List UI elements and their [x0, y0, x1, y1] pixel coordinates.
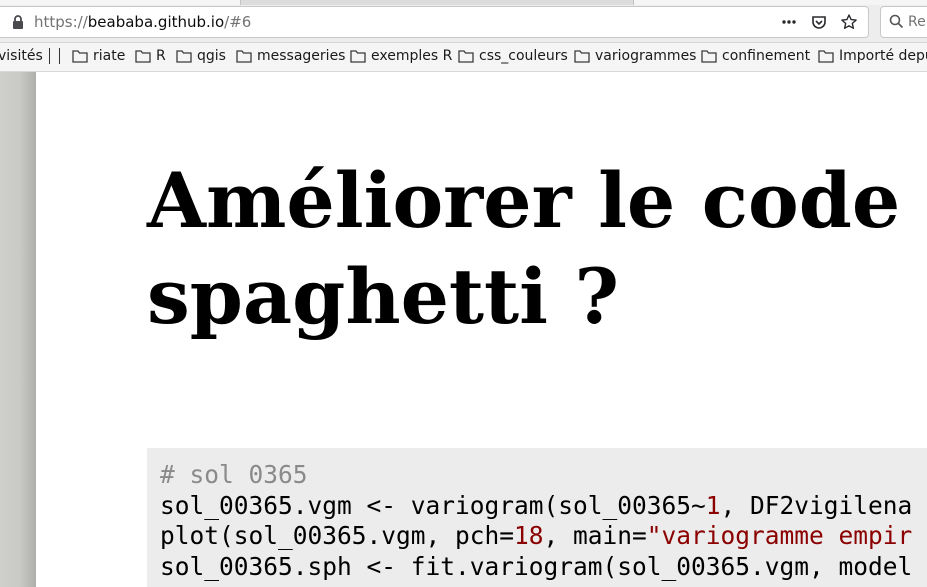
- code-token: plot(sol_00365.vgm, pch=: [160, 521, 515, 550]
- slide-title-line-1: Améliorer le code: [147, 156, 901, 245]
- code-token: , DF2vigilena: [720, 490, 913, 520]
- bookmark-folder-r[interactable]: R: [135, 48, 166, 64]
- folder-icon: [818, 50, 834, 63]
- bookmark-folder-imported[interactable]: Importé depuis: [818, 48, 927, 64]
- bookmark-label: visités: [0, 48, 43, 64]
- url-domain: beababa.github.io: [87, 13, 225, 31]
- bookmark-label: css_couleurs: [479, 48, 568, 64]
- tab-right[interactable]: [633, 0, 927, 5]
- bookmark-label: exemples R: [371, 48, 453, 64]
- slide: Améliorer le code spaghetti ? # sol 0365…: [36, 72, 927, 587]
- code-text: # sol 0365 sol_00365.vgm <- variogram(so…: [160, 460, 912, 582]
- code-number: 1: [705, 490, 721, 520]
- bookmark-label: riate: [93, 48, 126, 64]
- page-actions: [780, 11, 858, 33]
- bookmark-separator: [59, 48, 60, 64]
- bookmark-folder-variogrammes[interactable]: variogrammes: [574, 48, 696, 64]
- search-icon: [889, 14, 904, 33]
- bookmark-label: messageries: [257, 48, 346, 64]
- folder-icon: [350, 50, 366, 63]
- code-token: sol_00365.vgm <- variogram(sol_00365~: [160, 490, 706, 520]
- lock-icon[interactable]: [10, 14, 26, 30]
- bookmark-label: qgis: [197, 48, 226, 64]
- bookmark-label: variogrammes: [595, 48, 697, 64]
- folder-icon: [574, 50, 590, 63]
- bookmark-folder-messageries[interactable]: messageries: [236, 48, 345, 64]
- code-number: 18: [514, 521, 544, 550]
- folder-icon: [701, 50, 717, 63]
- bookmark-folder-css-couleurs[interactable]: css_couleurs: [458, 48, 568, 64]
- search-box[interactable]: Re: [880, 6, 927, 38]
- more-actions-icon[interactable]: [780, 13, 798, 31]
- pocket-icon[interactable]: [810, 13, 828, 31]
- bookmark-folder-qgis[interactable]: qgis: [176, 48, 226, 64]
- bookmark-label: Importé depuis: [839, 48, 927, 64]
- slide-title: Améliorer le code spaghetti ?: [147, 153, 900, 345]
- bookmark-folder-confinement[interactable]: confinement: [701, 48, 810, 64]
- folder-icon: [135, 50, 151, 63]
- bookmark-star-icon[interactable]: [840, 13, 858, 31]
- bookmark-separator: [49, 48, 50, 64]
- bookmarks-toolbar: visités riate R qgis messageries exemple…: [0, 43, 927, 72]
- tab-left[interactable]: [0, 0, 241, 5]
- bookmark-folder-riate[interactable]: riate: [72, 48, 125, 64]
- address-bar[interactable]: https://beababa.github.io/#6: [0, 6, 869, 38]
- navigation-toolbar: https://beababa.github.io/#6 Re: [0, 0, 927, 43]
- bookmark-label: confinement: [722, 48, 811, 64]
- code-comment: # sol 0365: [160, 460, 308, 489]
- folder-icon: [236, 50, 252, 63]
- folder-icon: [176, 50, 192, 63]
- url-path: /#6: [224, 13, 252, 31]
- bookmark-label: R: [156, 48, 166, 64]
- code-token: , main=: [543, 521, 647, 550]
- url-scheme: https://: [34, 13, 88, 31]
- search-placeholder: Re: [908, 14, 926, 30]
- code-string: "variogramme empir: [646, 521, 913, 550]
- page-gutter: [0, 72, 36, 587]
- bookmark-folder-exemples-r[interactable]: exemples R: [350, 48, 452, 64]
- slide-title-line-2: spaghetti ?: [147, 252, 619, 341]
- folder-icon: [72, 50, 88, 63]
- code-token: sol_00365.sph <- fit.variogram(sol_00365…: [160, 551, 913, 581]
- tab-strip: [0, 0, 927, 5]
- folder-icon: [458, 50, 474, 63]
- bookmark-most-visited[interactable]: visités: [0, 48, 43, 64]
- url-text[interactable]: https://beababa.github.io/#6: [34, 13, 251, 31]
- code-block: # sol 0365 sol_00365.vgm <- variogram(so…: [147, 448, 927, 587]
